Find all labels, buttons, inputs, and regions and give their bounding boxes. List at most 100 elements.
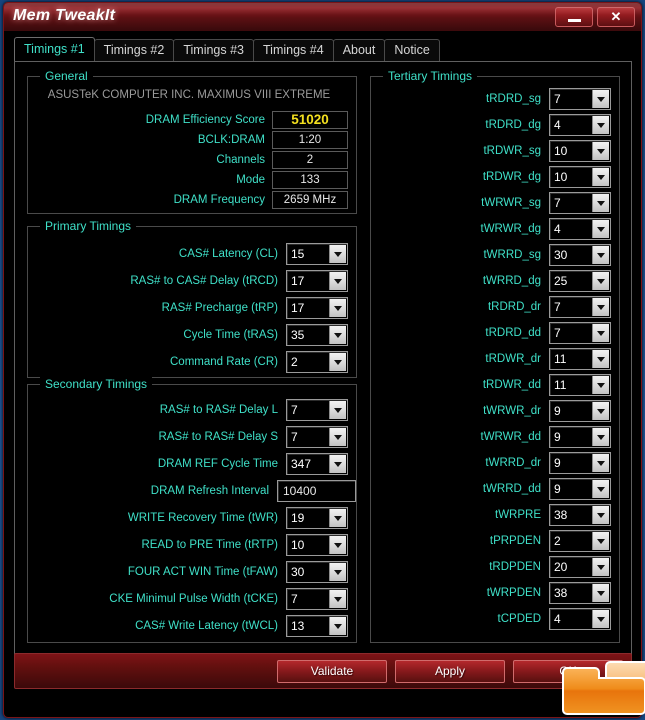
timing-dropdown[interactable]: 35 bbox=[286, 324, 348, 346]
timing-dropdown-value: 7 bbox=[554, 196, 561, 210]
timing-label: tWRWR_dg bbox=[480, 223, 542, 235]
timing-label: tWRWR_dd bbox=[480, 431, 542, 443]
timing-dropdown-value: 9 bbox=[554, 456, 561, 470]
timing-dropdown[interactable]: 7 bbox=[286, 588, 348, 610]
timing-dropdown[interactable]: 10 bbox=[286, 534, 348, 556]
chevron-down-icon[interactable] bbox=[592, 350, 609, 368]
tab-about[interactable]: About bbox=[332, 39, 386, 61]
timing-dropdown[interactable]: 17 bbox=[286, 270, 348, 292]
timing-dropdown[interactable]: 17 bbox=[286, 297, 348, 319]
ok-button[interactable]: OK bbox=[513, 660, 623, 683]
timing-dropdown[interactable]: 38 bbox=[549, 504, 611, 526]
chevron-down-icon[interactable] bbox=[592, 116, 609, 134]
chevron-down-icon[interactable] bbox=[592, 194, 609, 212]
timing-dropdown[interactable]: 7 bbox=[549, 296, 611, 318]
chevron-down-icon[interactable] bbox=[592, 246, 609, 264]
timing-dropdown[interactable]: 2 bbox=[286, 351, 348, 373]
general-row: BCLK:DRAM 1:20 bbox=[28, 130, 348, 149]
timing-dropdown-value: 9 bbox=[554, 404, 561, 418]
chevron-down-icon[interactable] bbox=[592, 142, 609, 160]
timing-dropdown[interactable]: 13 bbox=[286, 615, 348, 637]
tab-timings-3[interactable]: Timings #3 bbox=[173, 39, 255, 61]
timing-dropdown[interactable]: 4 bbox=[549, 218, 611, 240]
timing-dropdown[interactable]: 9 bbox=[549, 400, 611, 422]
timing-dropdown[interactable]: 7 bbox=[286, 399, 348, 421]
timing-dropdown[interactable]: 10 bbox=[549, 166, 611, 188]
chevron-down-icon[interactable] bbox=[329, 455, 346, 473]
chevron-down-icon[interactable] bbox=[329, 401, 346, 419]
timing-dropdown[interactable]: 20 bbox=[549, 556, 611, 578]
timing-row: tRDWR_dg 10 bbox=[371, 164, 611, 190]
timing-dropdown[interactable]: 7 bbox=[549, 88, 611, 110]
timing-dropdown[interactable]: 38 bbox=[549, 582, 611, 604]
general-row: DRAM Frequency 2659 MHz bbox=[28, 190, 348, 209]
chevron-down-icon[interactable] bbox=[329, 428, 346, 446]
close-button[interactable]: ✕ bbox=[597, 7, 635, 27]
chevron-down-icon[interactable] bbox=[329, 353, 346, 371]
chevron-down-icon[interactable] bbox=[329, 326, 346, 344]
chevron-down-icon[interactable] bbox=[329, 590, 346, 608]
chevron-down-icon[interactable] bbox=[329, 272, 346, 290]
timing-dropdown[interactable]: 30 bbox=[286, 561, 348, 583]
chevron-down-icon[interactable] bbox=[592, 220, 609, 238]
tab-timings-2[interactable]: Timings #2 bbox=[93, 39, 175, 61]
timing-dropdown[interactable]: 9 bbox=[549, 452, 611, 474]
chevron-down-icon[interactable] bbox=[329, 536, 346, 554]
chevron-down-icon[interactable] bbox=[592, 454, 609, 472]
chevron-down-icon[interactable] bbox=[592, 428, 609, 446]
apply-button[interactable]: Apply bbox=[395, 660, 505, 683]
timing-dropdown[interactable]: 11 bbox=[549, 348, 611, 370]
group-general: General ASUSTeK COMPUTER INC. MAXIMUS VI… bbox=[27, 69, 357, 214]
chevron-down-icon[interactable] bbox=[592, 324, 609, 342]
chevron-down-icon[interactable] bbox=[329, 563, 346, 581]
chevron-down-icon[interactable] bbox=[329, 245, 346, 263]
chevron-down-icon[interactable] bbox=[592, 610, 609, 628]
chevron-down-icon[interactable] bbox=[592, 532, 609, 550]
timing-text-input[interactable]: 10400 bbox=[277, 480, 356, 502]
chevron-down-icon[interactable] bbox=[592, 90, 609, 108]
validate-button[interactable]: Validate bbox=[277, 660, 387, 683]
timing-dropdown[interactable]: 19 bbox=[286, 507, 348, 529]
chevron-down-icon[interactable] bbox=[592, 272, 609, 290]
general-label: Channels bbox=[216, 153, 265, 166]
chevron-down-icon[interactable] bbox=[329, 299, 346, 317]
timing-label: tCPDED bbox=[497, 613, 541, 625]
chevron-down-icon[interactable] bbox=[329, 617, 346, 635]
timing-label: tWRRD_dd bbox=[482, 483, 541, 495]
chevron-down-icon[interactable] bbox=[592, 168, 609, 186]
timing-dropdown[interactable]: 9 bbox=[549, 426, 611, 448]
timing-dropdown[interactable]: 9 bbox=[549, 478, 611, 500]
chevron-down-icon[interactable] bbox=[592, 402, 609, 420]
timing-dropdown[interactable]: 347 bbox=[286, 453, 348, 475]
timing-row: DRAM REF Cycle Time 347 bbox=[28, 451, 348, 477]
timing-dropdown[interactable]: 25 bbox=[549, 270, 611, 292]
timing-dropdown[interactable]: 7 bbox=[549, 322, 611, 344]
timing-dropdown[interactable]: 15 bbox=[286, 243, 348, 265]
chevron-down-icon[interactable] bbox=[592, 480, 609, 498]
tab-timings-4[interactable]: Timings #4 bbox=[253, 39, 334, 61]
timing-label: DRAM REF Cycle Time bbox=[157, 458, 278, 470]
chevron-down-icon[interactable] bbox=[592, 506, 609, 524]
timing-label: tRDRD_sg bbox=[486, 93, 541, 105]
timing-dropdown[interactable]: 7 bbox=[286, 426, 348, 448]
timing-dropdown[interactable]: 11 bbox=[549, 374, 611, 396]
timing-dropdown[interactable]: 30 bbox=[549, 244, 611, 266]
timing-dropdown-value: 17 bbox=[291, 301, 305, 315]
timing-dropdown[interactable]: 2 bbox=[549, 530, 611, 552]
chevron-down-icon[interactable] bbox=[592, 298, 609, 316]
chevron-down-icon[interactable] bbox=[592, 558, 609, 576]
general-row: Channels 2 bbox=[28, 150, 348, 169]
tab-notice[interactable]: Notice bbox=[384, 39, 440, 61]
timing-dropdown[interactable]: 4 bbox=[549, 608, 611, 630]
chevron-down-icon[interactable] bbox=[592, 376, 609, 394]
timing-dropdown[interactable]: 7 bbox=[549, 192, 611, 214]
timing-label: tWRWR_dr bbox=[483, 405, 541, 417]
timing-dropdown[interactable]: 4 bbox=[549, 114, 611, 136]
timing-dropdown[interactable]: 10 bbox=[549, 140, 611, 162]
chevron-down-icon[interactable] bbox=[329, 509, 346, 527]
timing-row: READ to PRE Time (tRTP) 10 bbox=[28, 532, 348, 558]
minimize-button[interactable] bbox=[555, 7, 593, 27]
tab-timings-1[interactable]: Timings #1 bbox=[14, 37, 95, 61]
chevron-down-icon[interactable] bbox=[592, 584, 609, 602]
tab-panel-timings-1: General ASUSTeK COMPUTER INC. MAXIMUS VI… bbox=[14, 61, 632, 656]
